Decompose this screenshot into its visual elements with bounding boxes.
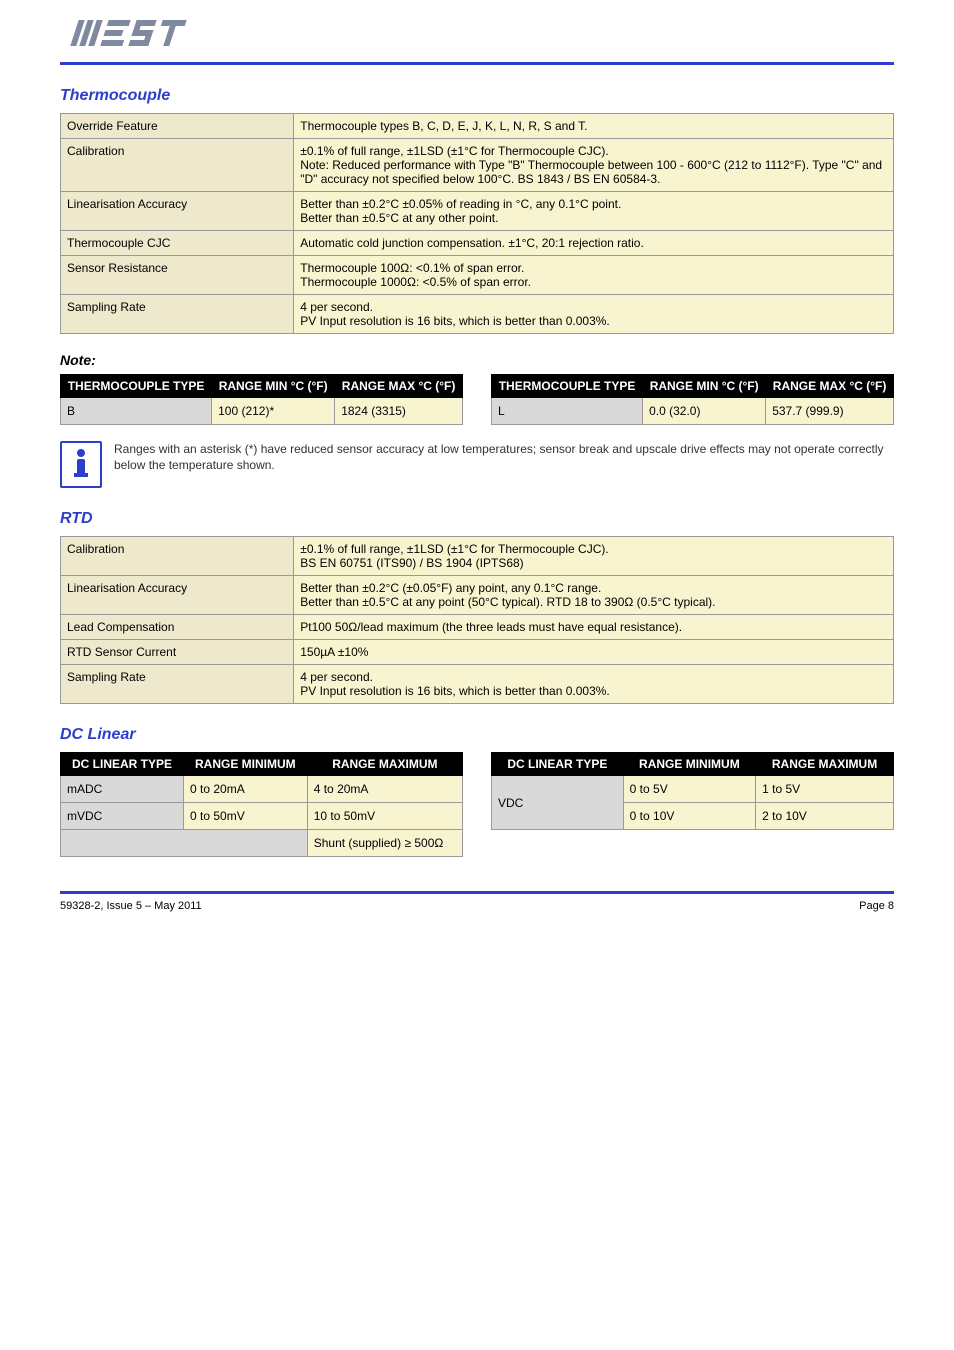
rtd-spec-table: Calibration±0.1% of full range, ±1LSD (±… [60,536,894,704]
cell: 10 to 50mV [307,803,462,830]
label: Sampling Rate [61,665,294,704]
dclinear-table-left: DC LINEAR TYPE RANGE MINIMUM RANGE MAXIM… [60,752,463,857]
value: Automatic cold junction compensation. ±1… [294,231,894,256]
col-header: RANGE MIN °C (°F) [643,375,766,398]
col-header: RANGE MINIMUM [184,753,308,776]
cell: 0 to 50mV [184,803,308,830]
cell: Shunt (supplied) ≥ 500Ω [307,830,462,857]
col-header: RANGE MAX °C (°F) [335,375,463,398]
cell-footer-label [61,830,308,857]
tc-range-table-left: THERMOCOUPLE TYPE RANGE MIN °C (°F) RANG… [60,374,463,425]
brand-logo [60,16,210,52]
label: Sampling Rate [61,295,294,334]
value: ±0.1% of full range, ±1LSD (±1°C for The… [294,537,894,576]
section-title-rtd: RTD [60,510,894,528]
value: ±0.1% of full range, ±1LSD (±1°C for The… [294,139,894,192]
cell: B [61,398,212,425]
value: 150µA ±10% [294,640,894,665]
info-note-text: Ranges with an asterisk (*) have reduced… [114,441,894,473]
cell: 0 to 10V [623,803,755,830]
value: Thermocouple 100Ω: <0.1% of span error. … [294,256,894,295]
cell: VDC [492,776,624,830]
col-header: RANGE MAX °C (°F) [766,375,894,398]
cell: 1 to 5V [756,776,894,803]
dclinear-table-right: DC LINEAR TYPE RANGE MINIMUM RANGE MAXIM… [491,752,894,830]
thermocouple-spec-table: Override FeatureThermocouple types B, C,… [60,113,894,334]
label: Sensor Resistance [61,256,294,295]
cell: 0 to 5V [623,776,755,803]
value: Thermocouple types B, C, D, E, J, K, L, … [294,114,894,139]
cell: 1824 (3315) [335,398,463,425]
label: RTD Sensor Current [61,640,294,665]
tc-range-table-right: THERMOCOUPLE TYPE RANGE MIN °C (°F) RANG… [491,374,894,425]
section-title-thermocouple: Thermocouple [60,87,894,105]
cell: 4 to 20mA [307,776,462,803]
value: Better than ±0.2°C ±0.05% of reading in … [294,192,894,231]
col-header: THERMOCOUPLE TYPE [492,375,643,398]
label: Calibration [61,139,294,192]
value: Pt100 50Ω/lead maximum (the three leads … [294,615,894,640]
col-header: DC LINEAR TYPE [61,753,184,776]
header-divider [60,62,894,65]
cell: mVDC [61,803,184,830]
section-title-dclinear: DC Linear [60,726,894,744]
cell: L [492,398,643,425]
label: Linearisation Accuracy [61,576,294,615]
footer-left: 59328-2, Issue 5 – May 2011 [60,900,202,912]
cell: 0 to 20mA [184,776,308,803]
cell: 100 (212)* [212,398,335,425]
cell: 0.0 (32.0) [643,398,766,425]
col-header: RANGE MAXIMUM [756,753,894,776]
label: Lead Compensation [61,615,294,640]
cell: 2 to 10V [756,803,894,830]
col-header: THERMOCOUPLE TYPE [61,375,212,398]
footer-right: Page 8 [859,900,894,912]
cell: 537.7 (999.9) [766,398,894,425]
value: 4 per second. PV Input resolution is 16 … [294,665,894,704]
label: Calibration [61,537,294,576]
cell: mADC [61,776,184,803]
col-header: RANGE MINIMUM [623,753,755,776]
label: Thermocouple CJC [61,231,294,256]
col-header: RANGE MIN °C (°F) [212,375,335,398]
note-label: Note: [60,352,894,368]
info-icon [60,441,102,488]
col-header: DC LINEAR TYPE [492,753,624,776]
value: Better than ±0.2°C (±0.05°F) any point, … [294,576,894,615]
label: Override Feature [61,114,294,139]
label: Linearisation Accuracy [61,192,294,231]
col-header: RANGE MAXIMUM [307,753,462,776]
value: 4 per second. PV Input resolution is 16 … [294,295,894,334]
